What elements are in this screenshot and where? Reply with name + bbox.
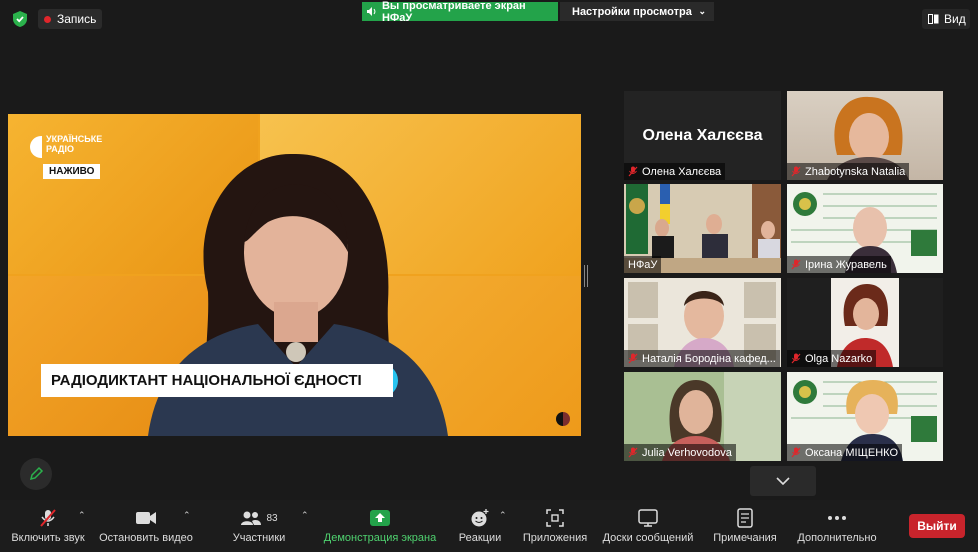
unmute-label: Включить звук [11, 532, 85, 544]
ellipsis-icon [828, 516, 846, 520]
participant-name-bar: Оксана МІЩЕНКО [787, 444, 903, 461]
participant-tile[interactable]: Zhabotynska Natalia [787, 91, 943, 180]
broadcast-caption: РАДІОДИКТАНТ НАЦІОНАЛЬНОЇ ЄДНОСТІ [41, 364, 393, 397]
participant-name-bar: Olga Nazarko [787, 350, 877, 367]
participant-tile[interactable]: Olga Nazarko [787, 278, 943, 367]
view-options-dropdown[interactable]: Настройки просмотра ⌄ [560, 2, 714, 21]
participants-label: Участники [232, 532, 286, 544]
mic-muted-icon [791, 447, 801, 458]
more-label: Дополнительно [797, 532, 877, 544]
station-logo-text: УКРАЇНСЬКЕ РАДІО [46, 134, 103, 154]
participant-name-bar: Ірина Журавель [787, 256, 891, 273]
whiteboards-label: Доски сообщений [602, 532, 694, 544]
annotate-button[interactable] [20, 458, 52, 490]
notes-label: Примечания [713, 532, 777, 544]
participant-name: Zhabotynska Natalia [805, 165, 906, 178]
participant-name: Julia Verhovodova [642, 446, 732, 459]
participant-display-name: Олена Халєєва [642, 127, 763, 144]
participant-tile[interactable]: НФаУ [624, 184, 781, 273]
share-screen-button[interactable]: Демонстрация экрана [320, 506, 440, 544]
chevron-down-icon [776, 477, 790, 485]
unmute-button[interactable]: Включить звук [10, 506, 86, 544]
participant-name-bar: НФаУ [624, 256, 662, 273]
participant-tile[interactable]: Ірина Журавель [787, 184, 943, 273]
reactions-options-caret[interactable]: ⌃ [499, 510, 507, 521]
logo-mark-icon [30, 136, 42, 158]
share-screen-label: Демонстрация экрана [323, 532, 437, 544]
participant-name: Оксана МІЩЕНКО [805, 446, 899, 459]
mic-muted-icon [628, 353, 638, 364]
audio-options-caret[interactable]: ⌃ [78, 510, 86, 521]
pencil-icon [29, 466, 44, 481]
participant-name-bar: Наталія Бородіна кафед... [624, 350, 780, 367]
apps-button[interactable]: Приложения [519, 506, 591, 544]
participant-tile[interactable]: Олена Халєєва Олена Халєєва [624, 91, 781, 180]
mic-muted-icon [791, 259, 801, 270]
apps-label: Приложения [522, 532, 588, 544]
stop-video-label: Остановить видео [99, 532, 193, 544]
participant-tile[interactable]: Наталія Бородіна кафед... [624, 278, 781, 367]
mic-muted-icon [791, 166, 801, 177]
video-options-caret[interactable]: ⌃ [183, 510, 191, 521]
chevron-down-icon: ⌄ [698, 6, 706, 16]
participants-button[interactable]: 83 Участники [228, 506, 290, 544]
station-logo: УКРАЇНСЬКЕ РАДІО [30, 134, 103, 164]
participant-tile[interactable]: Оксана МІЩЕНКО [787, 372, 943, 461]
whiteboard-icon [638, 509, 658, 527]
view-button[interactable]: Вид [922, 9, 970, 29]
people-icon [241, 511, 262, 525]
participant-name: Olga Nazarko [805, 352, 873, 365]
notes-button[interactable]: Примечания [706, 506, 784, 544]
record-label: Запись [57, 12, 97, 26]
view-options-label: Настройки просмотра [572, 5, 692, 18]
screen-share-banner: Вы просматриваете экран НФаУ [362, 0, 558, 24]
meeting-toolbar: Включить звук ⌃ Остановить видео ⌃ 83 Уч… [0, 500, 978, 552]
participants-options-caret[interactable]: ⌃ [301, 510, 309, 521]
notes-icon [737, 508, 753, 528]
participants-count: 83 [266, 512, 278, 524]
participant-tile[interactable]: Julia Verhovodova [624, 372, 781, 461]
participant-name: НФаУ [628, 258, 658, 271]
participant-name: Наталія Бородіна кафед... [642, 352, 776, 365]
security-shield-icon[interactable] [12, 10, 28, 28]
grid-view-icon [928, 14, 939, 24]
mic-muted-icon [628, 166, 638, 177]
participant-name-bar: Олена Халєєва [624, 163, 726, 180]
channel-bug-icon [556, 412, 570, 426]
participant-name: Ірина Журавель [805, 258, 887, 271]
shared-screen: УКРАЇНСЬКЕ РАДІО НАЖИВО РАДІОДИКТАНТ НАЦ… [8, 114, 581, 436]
leave-meeting-button[interactable]: Выйти [909, 514, 965, 538]
mic-muted-icon [40, 509, 56, 527]
live-badge: НАЖИВО [43, 164, 101, 179]
more-button[interactable]: Дополнительно [792, 506, 882, 544]
reactions-button[interactable]: Реакции [456, 506, 504, 544]
record-dot-icon [44, 15, 51, 23]
speaker-icon [366, 7, 376, 16]
participant-name-bar: Julia Verhovodova [624, 444, 736, 461]
expand-gallery-button[interactable] [750, 466, 816, 496]
mic-muted-icon [628, 447, 638, 458]
smiley-plus-icon [471, 509, 489, 527]
reactions-label: Реакции [458, 532, 502, 544]
share-screen-icon [370, 510, 390, 526]
view-label: Вид [944, 12, 966, 26]
share-banner-text: Вы просматриваете экран НФаУ [381, 0, 526, 24]
mic-muted-icon [791, 353, 801, 364]
participant-name: Олена Халєєва [642, 165, 722, 178]
video-camera-icon [136, 512, 156, 524]
apps-icon [546, 509, 564, 527]
whiteboards-button[interactable]: Доски сообщений [598, 506, 698, 544]
participant-name-bar: Zhabotynska Natalia [787, 163, 910, 180]
stop-video-button[interactable]: Остановить видео [98, 506, 194, 544]
recording-indicator[interactable]: Запись [38, 9, 102, 29]
split-divider-handle[interactable] [584, 265, 588, 287]
